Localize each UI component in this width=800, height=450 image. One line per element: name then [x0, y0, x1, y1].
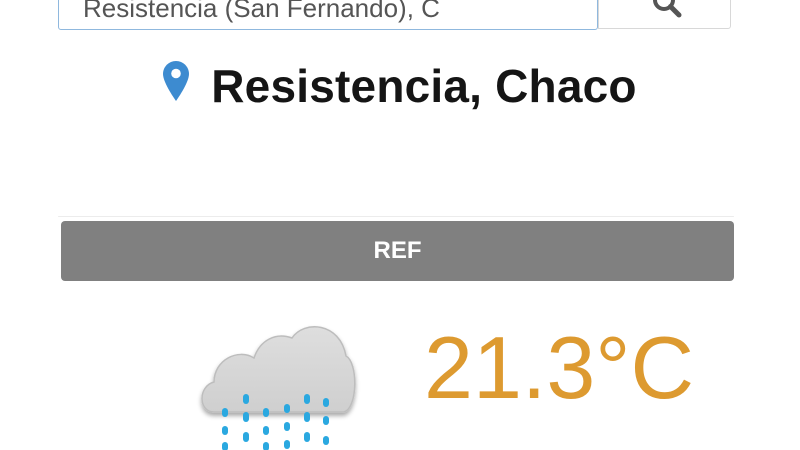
search-button[interactable] — [598, 0, 731, 29]
rain-cloud-icon — [201, 326, 356, 450]
search-input[interactable] — [58, 0, 598, 30]
temperature-value: 21.3°C — [424, 318, 695, 417]
weather-page: Resistencia, Chaco REF — [0, 0, 800, 450]
card-divider — [58, 216, 734, 217]
location-title: Resistencia, Chaco — [211, 60, 637, 112]
ref-button[interactable]: REF — [61, 221, 734, 281]
map-pin-icon — [163, 61, 190, 101]
search-icon — [653, 0, 682, 18]
location-header: Resistencia, Chaco — [0, 56, 800, 116]
